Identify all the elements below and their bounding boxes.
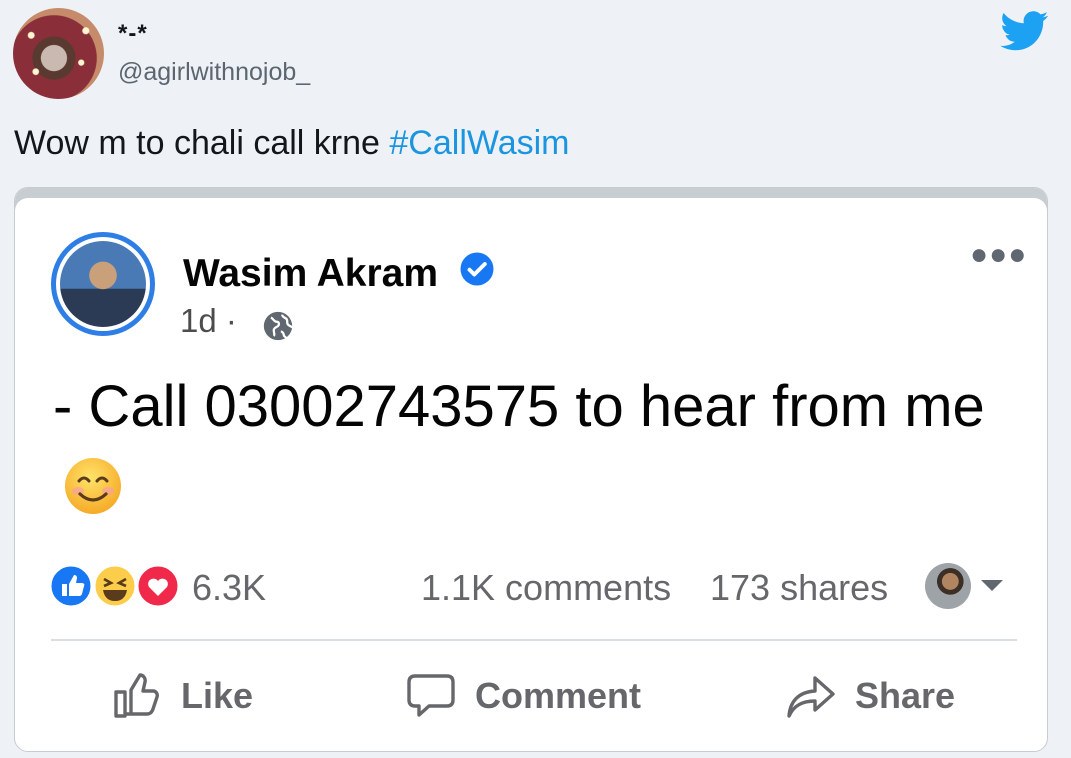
embedded-facebook-post: Wasim Akram 1d · ●●● - Call 03002743575 …: [14, 187, 1048, 752]
post-author-name[interactable]: Wasim Akram: [183, 252, 438, 296]
comment-label: Comment: [475, 675, 642, 716]
like-label: Like: [181, 675, 254, 716]
viewer-avatar[interactable]: [925, 563, 971, 609]
thumbs-up-icon: [114, 673, 159, 718]
haha-reaction-icon: [92, 563, 138, 609]
reaction-icons[interactable]: [48, 563, 182, 609]
comment-button[interactable]: Comment: [405, 666, 641, 726]
post-author-avatar[interactable]: [51, 232, 155, 336]
post-timestamp[interactable]: 1d ·: [180, 302, 237, 340]
hashtag-link[interactable]: #CallWasim: [389, 124, 569, 162]
globe-icon: [263, 311, 293, 341]
share-button[interactable]: Share: [785, 666, 955, 726]
share-arrow-icon: [787, 676, 835, 718]
caret-down-icon[interactable]: [981, 580, 1003, 591]
post-body: - Call 03002743575 to hear from me: [53, 374, 985, 439]
tweet-display-name[interactable]: *-*: [118, 20, 148, 48]
love-reaction-icon: [135, 563, 181, 609]
like-button[interactable]: Like: [111, 666, 253, 726]
comment-icon: [407, 674, 455, 717]
tweet-handle[interactable]: @agirlwithnojob_: [118, 58, 310, 87]
divider: [51, 639, 1017, 641]
more-options-icon[interactable]: ●●●: [970, 240, 1027, 270]
verified-badge-icon: [460, 252, 494, 286]
tweet-author-avatar[interactable]: [13, 8, 104, 99]
share-label: Share: [855, 675, 956, 716]
like-reaction-icon: [48, 563, 94, 609]
post-text: - Call 03002743575 to hear from me: [53, 366, 1013, 530]
comments-count[interactable]: 1.1K comments: [421, 567, 671, 609]
smiling-emoji-icon: [65, 458, 121, 514]
tweet-body: Wow m to chali call krne: [14, 124, 390, 162]
shares-count[interactable]: 173 shares: [710, 567, 888, 609]
reactions-count[interactable]: 6.3K: [192, 567, 266, 609]
twitter-bird-icon[interactable]: [1000, 11, 1050, 51]
tweet-text: Wow m to chali call krne #CallWasim: [14, 124, 569, 163]
